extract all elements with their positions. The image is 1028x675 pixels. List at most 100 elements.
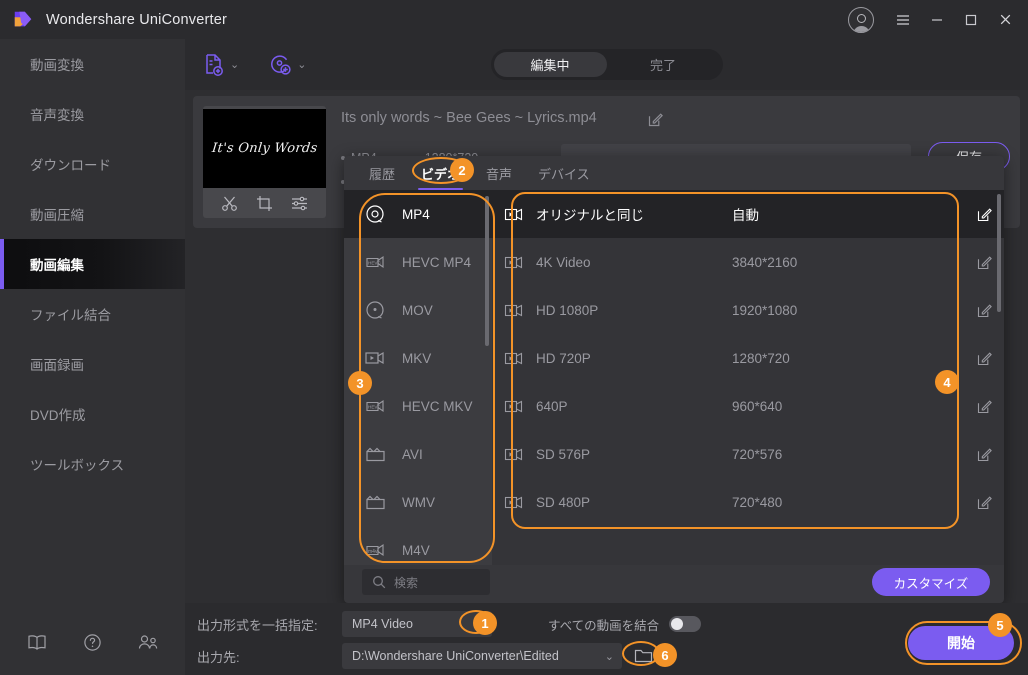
thumbnail-text: It's Only Words [210, 141, 318, 156]
format-item-hevc-mp4[interactable]: HEVC HEVC MP4 [344, 238, 492, 286]
search-input[interactable]: 検索 [362, 569, 490, 595]
book-icon[interactable] [27, 634, 47, 651]
hevc-icon: HEVC [364, 252, 386, 272]
merge-label: すべての動画を結合 [548, 618, 660, 633]
edit-icon[interactable] [964, 399, 1004, 414]
resolution-item-1080p[interactable]: HD 1080P 1920*1080 [492, 286, 1004, 334]
clapper-icon [364, 492, 386, 512]
annotation-badge-2: 2 [450, 158, 474, 182]
account-avatar[interactable] [848, 6, 874, 33]
resolution-list[interactable]: オリジナルと同じ 自動 4K Video 3840*2160 HD 1080P … [492, 190, 1004, 565]
resolution-size: 3840*2160 [732, 254, 798, 270]
tab-done[interactable]: 完了 [607, 52, 720, 77]
format-item-avi[interactable]: AVI [344, 430, 492, 478]
format-item-m4v[interactable]: m4v M4V [344, 526, 492, 565]
crop-icon[interactable] [256, 195, 273, 212]
thumbnail[interactable]: It's Only Words [203, 106, 326, 218]
format-label: HEVC MKV [402, 398, 473, 414]
file-name: Its only words ~ Bee Gees ~ Lyrics.mp4 [341, 110, 597, 126]
sidebar-item-video-convert[interactable]: 動画変換 [0, 39, 185, 89]
sidebar-item-compress[interactable]: 動画圧縮 [0, 189, 185, 239]
output-path-select[interactable]: D:\Wondershare UniConverter\Edited ⌄ [342, 643, 622, 669]
sidebar-item-audio-convert[interactable]: 音声変換 [0, 89, 185, 139]
sidebar-item-download[interactable]: ダウンロード [0, 139, 185, 189]
resolution-name: オリジナルと同じ [536, 208, 644, 223]
resolution-item-720p[interactable]: HD 720P 1280*720 [492, 334, 1004, 382]
add-file-icon [206, 53, 223, 76]
output-format-row: 出力形式を一括指定: MP4 Video ⌄ すべての動画を結合 [197, 611, 702, 637]
tab-editing[interactable]: 編集中 [493, 52, 607, 77]
output-format-label: 出力形式を一括指定: [197, 617, 318, 633]
output-format-value: MP4 Video [352, 617, 413, 631]
sidebar-item-screen-record[interactable]: 画面録画 [0, 339, 185, 389]
chevron-down-icon[interactable]: ⌄ [230, 58, 239, 71]
close-icon[interactable] [988, 0, 1022, 39]
sidebar-item-dvd-create[interactable]: DVD作成 [0, 389, 185, 439]
resolution-name: 4K Video [536, 254, 591, 270]
resolution-list-scrollbar[interactable] [997, 194, 1001, 312]
status-tabs: 編集中 完了 [490, 49, 723, 80]
svg-text:HEVC: HEVC [368, 261, 381, 266]
sidebar: 動画変換 音声変換 ダウンロード 動画圧縮 動画編集 ファイル結合 画面録画 D… [0, 39, 185, 675]
sidebar-footer [0, 617, 185, 667]
app-logo-icon [14, 11, 32, 26]
resolution-item-640p[interactable]: 640P 960*640 [492, 382, 1004, 430]
add-file-button[interactable]: ⌄ [203, 53, 239, 77]
search-placeholder: 検索 [394, 575, 419, 590]
users-icon[interactable] [138, 634, 159, 651]
m4v-icon: m4v [364, 540, 386, 560]
resolution-item-576p[interactable]: SD 576P 720*576 [492, 430, 1004, 478]
sidebar-label: 動画圧縮 [30, 208, 84, 223]
output-format-select[interactable]: MP4 Video ⌄ [342, 611, 492, 637]
maximize-icon[interactable] [954, 0, 988, 39]
format-list-scrollbar[interactable] [485, 196, 489, 346]
chevron-down-icon: ⌄ [604, 650, 614, 663]
tab-device[interactable]: デバイス [525, 156, 603, 190]
sidebar-item-merge[interactable]: ファイル結合 [0, 289, 185, 339]
sidebar-label: 音声変換 [30, 108, 84, 123]
format-popup: 履歴 ビデオ 音声 デバイス MP4 HEVC HEVC MP4 MOV MKV… [344, 156, 1004, 603]
video-icon [364, 348, 386, 368]
scissors-icon[interactable] [221, 195, 238, 212]
tab-history[interactable]: 履歴 [356, 156, 408, 190]
customize-button[interactable]: カスタマイズ [872, 568, 990, 596]
app-title: Wondershare UniConverter [46, 11, 228, 28]
folder-icon[interactable] [634, 648, 653, 664]
chevron-down-icon[interactable]: ⌄ [297, 58, 306, 71]
minimize-icon[interactable] [920, 0, 954, 39]
disc-icon [364, 204, 386, 224]
resolution-item-480p[interactable]: SD 480P 720*480 [492, 478, 1004, 526]
resolution-name: SD 480P [536, 494, 591, 510]
adjust-icon[interactable] [291, 195, 308, 212]
edit-icon[interactable] [964, 447, 1004, 462]
svg-text:m4v: m4v [368, 549, 378, 555]
edit-icon[interactable] [964, 495, 1004, 510]
format-item-mp4[interactable]: MP4 [344, 190, 492, 238]
sidebar-label: ファイル結合 [30, 308, 111, 323]
popup-footer: 検索 カスタマイズ [344, 565, 1004, 603]
title-bar: Wondershare UniConverter [0, 0, 1028, 39]
format-label: MKV [402, 350, 432, 366]
resolution-item-original[interactable]: オリジナルと同じ 自動 [492, 190, 1004, 238]
sidebar-label: 動画編集 [30, 258, 84, 273]
format-item-wmv[interactable]: WMV [344, 478, 492, 526]
menu-icon[interactable] [886, 0, 920, 39]
output-path-row: 出力先: D:\Wondershare UniConverter\Edited … [197, 643, 653, 669]
edit-icon[interactable] [648, 112, 663, 132]
add-disc-button[interactable]: ⌄ [269, 53, 306, 76]
sidebar-item-toolbox[interactable]: ツールボックス [0, 439, 185, 489]
resolution-item-4k[interactable]: 4K Video 3840*2160 [492, 238, 1004, 286]
format-label: MP4 [402, 206, 430, 222]
sidebar-label: ツールボックス [30, 458, 125, 473]
merge-toggle[interactable] [669, 616, 702, 632]
thumbnail-tools [203, 188, 326, 218]
edit-icon[interactable] [964, 351, 1004, 366]
help-icon[interactable] [83, 633, 102, 652]
annotation-badge-6: 6 [653, 643, 677, 667]
tab-audio[interactable]: 音声 [473, 156, 525, 190]
format-item-mov[interactable]: MOV [344, 286, 492, 334]
annotation-badge-3: 3 [348, 371, 372, 395]
sidebar-item-video-edit[interactable]: 動画編集 [0, 239, 185, 289]
app-window: Wondershare UniConverter 動画変換 音声変換 ダウンロー… [0, 0, 1028, 675]
resolution-name: 640P [536, 398, 568, 414]
